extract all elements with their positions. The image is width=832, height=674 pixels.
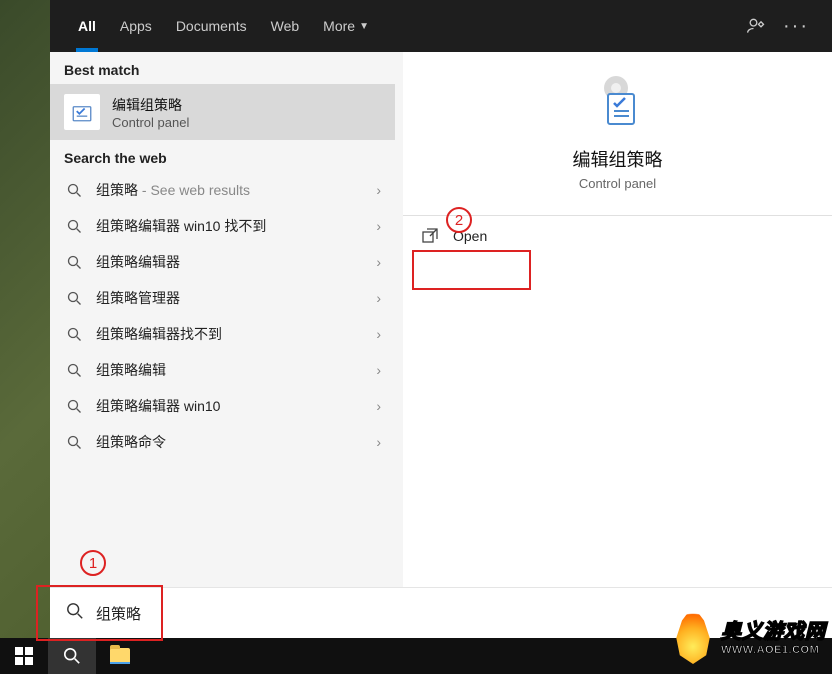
best-match-subtitle: Control panel — [112, 115, 189, 130]
web-result-label: 组策略 - See web results — [96, 180, 364, 200]
search-icon — [64, 180, 84, 200]
preview-subtitle: Control panel — [579, 176, 656, 191]
web-result-label: 组策略编辑 — [96, 360, 364, 380]
chevron-right-icon: › — [376, 434, 381, 450]
web-result-item[interactable]: 组策略编辑器 win10 › — [50, 388, 395, 424]
web-result-item[interactable]: 组策略管理器 › — [50, 280, 395, 316]
search-icon — [64, 396, 84, 416]
section-search-web: Search the web — [50, 140, 395, 172]
results-left-column: Best match 编辑组策略 Control panel Search th… — [50, 52, 395, 587]
chevron-right-icon: › — [376, 182, 381, 198]
chevron-right-icon: › — [376, 398, 381, 414]
start-button[interactable] — [0, 638, 48, 674]
watermark-url: WWW.AOE1.COM — [721, 644, 826, 656]
web-result-label: 组策略管理器 — [96, 288, 364, 308]
taskbar-search-button[interactable] — [48, 638, 96, 674]
annotation-box-1 — [36, 585, 163, 641]
search-panel: All Apps Documents Web More ▼ ··· Best m… — [50, 0, 832, 638]
tab-documents[interactable]: Documents — [164, 0, 259, 52]
annotation-box-2 — [412, 250, 531, 290]
results-area: Best match 编辑组策略 Control panel Search th… — [50, 52, 832, 587]
preview-pane: 编辑组策略 Control panel Open — [403, 52, 832, 587]
web-result-label: 组策略编辑器 — [96, 252, 364, 272]
best-match-item[interactable]: 编辑组策略 Control panel — [50, 84, 395, 140]
search-icon — [64, 216, 84, 236]
tab-web[interactable]: Web — [259, 0, 312, 52]
tab-more-label: More — [323, 18, 355, 34]
more-options-icon[interactable]: ··· — [776, 15, 816, 38]
web-result-label: 组策略编辑器 win10 — [96, 396, 364, 416]
search-icon — [64, 288, 84, 308]
folder-icon — [110, 648, 130, 664]
best-match-title: 编辑组策略 — [112, 95, 189, 115]
preview-icon — [586, 70, 650, 134]
chevron-right-icon: › — [376, 218, 381, 234]
web-result-item[interactable]: 组策略编辑器找不到 › — [50, 316, 395, 352]
annotation-circle-1: 1 — [80, 550, 106, 576]
annotation-circle-2: 2 — [446, 207, 472, 233]
best-match-text: 编辑组策略 Control panel — [112, 95, 189, 130]
web-result-item[interactable]: 组策略编辑 › — [50, 352, 395, 388]
web-result-label: 组策略命令 — [96, 432, 364, 452]
search-icon — [64, 252, 84, 272]
web-result-item[interactable]: 组策略编辑器 › — [50, 244, 395, 280]
section-best-match: Best match — [50, 52, 395, 84]
chevron-right-icon: › — [376, 362, 381, 378]
windows-icon — [15, 647, 33, 665]
tab-apps[interactable]: Apps — [108, 0, 164, 52]
tab-all[interactable]: All — [66, 0, 108, 52]
search-icon — [64, 432, 84, 452]
watermark-title: 奥义游戏网 — [721, 615, 826, 644]
preview-title: 编辑组策略 — [573, 146, 663, 172]
chevron-right-icon: › — [376, 254, 381, 270]
web-result-label: 组策略编辑器 win10 找不到 — [96, 216, 364, 236]
taskbar-explorer-button[interactable] — [96, 638, 144, 674]
web-result-item[interactable]: 组策略命令 › — [50, 424, 395, 460]
search-icon — [64, 360, 84, 380]
tab-more[interactable]: More ▼ — [311, 0, 381, 52]
search-tabs: All Apps Documents Web More ▼ ··· — [50, 0, 832, 52]
chevron-right-icon: › — [376, 290, 381, 306]
chevron-right-icon: › — [376, 326, 381, 342]
chevron-down-icon: ▼ — [359, 21, 369, 32]
web-result-item[interactable]: 组策略编辑器 win10 找不到 › — [50, 208, 395, 244]
web-result-label: 组策略编辑器找不到 — [96, 324, 364, 344]
web-result-item[interactable]: 组策略 - See web results › — [50, 172, 395, 208]
search-icon — [64, 324, 84, 344]
open-icon — [421, 227, 439, 245]
control-panel-icon — [64, 94, 100, 130]
watermark: 奥义游戏网 WWW.AOE1.COM — [671, 606, 826, 664]
feedback-icon[interactable] — [736, 16, 776, 36]
flame-icon — [671, 606, 715, 664]
